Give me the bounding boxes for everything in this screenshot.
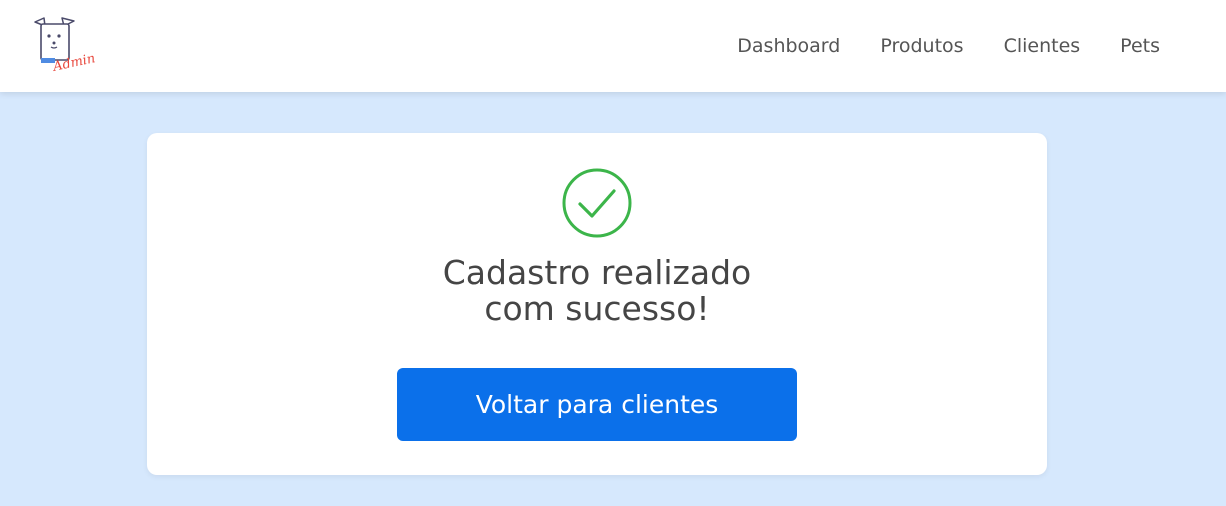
success-message-line2: com sucesso! xyxy=(484,289,710,328)
main-nav: Dashboard Produtos Clientes Pets xyxy=(697,33,1160,59)
check-circle-icon xyxy=(561,167,633,239)
success-message: Cadastro realizado com sucesso! xyxy=(147,255,1047,327)
success-card: Cadastro realizado com sucesso! Voltar p… xyxy=(147,133,1047,475)
nav-pets-link[interactable]: Pets xyxy=(1120,33,1160,59)
nav-clientes-link[interactable]: Clientes xyxy=(1004,33,1081,59)
nav-dashboard-link[interactable]: Dashboard xyxy=(737,33,840,59)
success-message-line1: Cadastro realizado xyxy=(442,253,752,292)
dog-admin-logo-icon[interactable]: Admin xyxy=(32,16,98,75)
back-to-clients-button[interactable]: Voltar para clientes xyxy=(397,368,797,441)
top-header: Admin Dashboard Produtos Clientes Pets xyxy=(0,0,1226,92)
nav-produtos-link[interactable]: Produtos xyxy=(880,33,963,59)
